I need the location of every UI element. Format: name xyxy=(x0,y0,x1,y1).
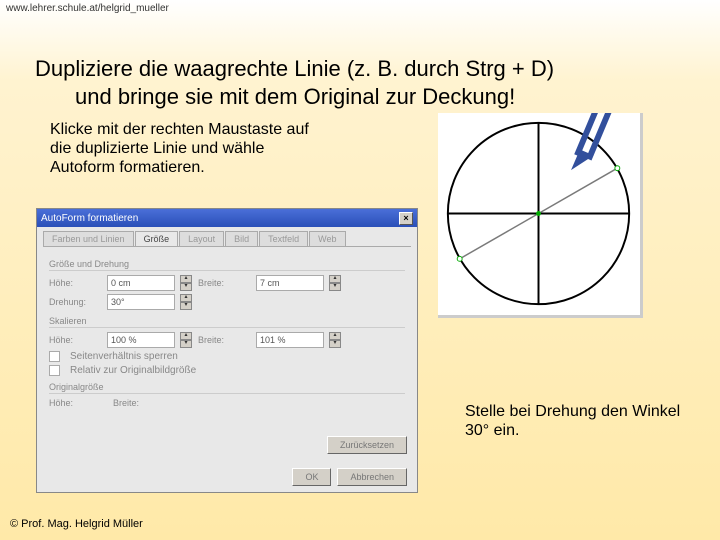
label-height: Höhe: xyxy=(49,278,101,288)
width-field[interactable]: 7 cm xyxy=(256,275,324,291)
label-width: Breite: xyxy=(198,278,250,288)
title-line1: Dupliziere die waagrechte Linie (z. B. d… xyxy=(35,56,554,81)
circle-diagram xyxy=(438,113,643,318)
cancel-button[interactable]: Abbrechen xyxy=(337,468,407,486)
height-field[interactable]: 0 cm xyxy=(107,275,175,291)
relative-checkbox[interactable] xyxy=(49,365,60,376)
group-size-rotation: Größe und Drehung xyxy=(49,259,405,271)
label-width-pct: Breite: xyxy=(198,335,250,345)
instruction-text: Klicke mit der rechten Maustaste auf die… xyxy=(50,120,320,178)
width-pct-spinner[interactable]: ▴▾ xyxy=(329,332,341,348)
tab-textbox[interactable]: Textfeld xyxy=(259,231,308,246)
label-rotation: Drehung: xyxy=(49,297,101,307)
footer-text: © Prof. Mag. Helgrid Müller xyxy=(10,518,143,530)
group-scale: Skalieren xyxy=(49,316,405,328)
height-spinner[interactable]: ▴▾ xyxy=(180,275,192,291)
ok-button[interactable]: OK xyxy=(292,468,331,486)
tab-panel-size: Größe und Drehung Höhe: 0 cm ▴▾ Breite: … xyxy=(43,246,411,458)
width-pct-field[interactable]: 101 % xyxy=(256,332,324,348)
lock-aspect-checkbox[interactable] xyxy=(49,351,60,362)
label-height-pct: Höhe: xyxy=(49,335,101,345)
relative-label: Relativ zur Originalbildgröße xyxy=(70,365,196,376)
tab-size[interactable]: Größe xyxy=(135,231,179,246)
autoform-dialog: AutoForm formatieren × Farben und Linien… xyxy=(36,208,418,493)
rotation-spinner[interactable]: ▴▾ xyxy=(180,294,192,310)
label-orig-h: Höhe: xyxy=(49,398,101,408)
dialog-title: AutoForm formatieren xyxy=(41,213,138,224)
tab-colors[interactable]: Farben und Linien xyxy=(43,231,134,246)
page-url: www.lehrer.schule.at/helgrid_mueller xyxy=(6,3,169,14)
tab-layout[interactable]: Layout xyxy=(179,231,224,246)
title-line2: und bringe sie mit dem Original zur Deck… xyxy=(35,83,685,111)
tab-web[interactable]: Web xyxy=(309,231,345,246)
rotation-field[interactable]: 30° xyxy=(107,294,175,310)
close-icon[interactable]: × xyxy=(399,212,413,225)
height-pct-spinner[interactable]: ▴▾ xyxy=(180,332,192,348)
width-spinner[interactable]: ▴▾ xyxy=(329,275,341,291)
dialog-titlebar[interactable]: AutoForm formatieren × xyxy=(37,209,417,227)
lock-aspect-label: Seitenverhältnis sperren xyxy=(70,351,178,362)
group-original: Originalgröße xyxy=(49,382,405,394)
page-title: Dupliziere die waagrechte Linie (z. B. d… xyxy=(35,55,685,110)
reset-button[interactable]: Zurücksetzen xyxy=(327,436,407,454)
label-orig-w: Breite: xyxy=(113,398,165,408)
dialog-tabs: Farben und Linien Größe Layout Bild Text… xyxy=(37,227,417,246)
note-text: Stelle bei Drehung den Winkel 30° ein. xyxy=(465,402,685,440)
tab-picture[interactable]: Bild xyxy=(225,231,258,246)
height-pct-field[interactable]: 100 % xyxy=(107,332,175,348)
